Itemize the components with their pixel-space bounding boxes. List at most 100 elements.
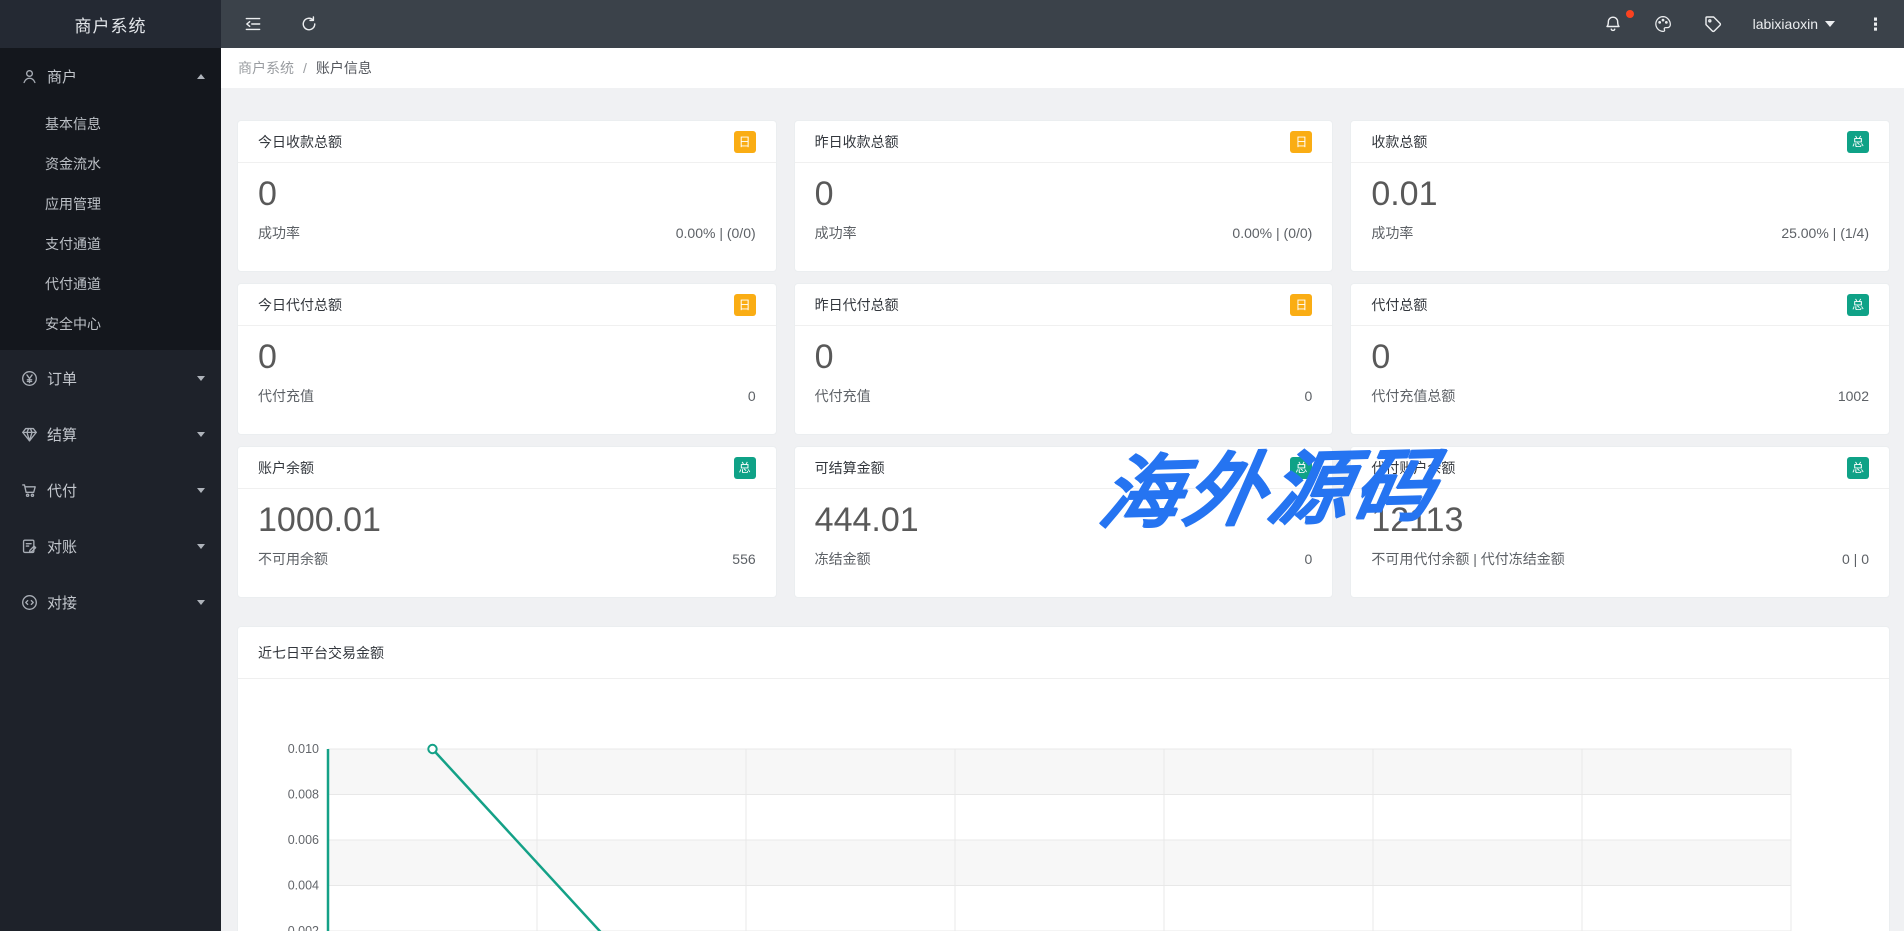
stat-cards-grid: 今日收款总额日0成功率0.00% | (0/0)昨日收款总额日0成功率0.00%… bbox=[237, 120, 1890, 598]
sidebar-item-label: 对接 bbox=[47, 592, 197, 613]
stat-card-收款总额: 收款总额 总 0.01 成功率 25.00% | (1/4) bbox=[1350, 120, 1890, 272]
sidebar-group-代付: 代付 bbox=[0, 462, 221, 518]
svg-text:0.002: 0.002 bbox=[288, 924, 319, 931]
top-navbar: labixiaoxin ⋮ bbox=[221, 0, 1904, 48]
card-header: 代付总额 总 bbox=[1351, 284, 1889, 326]
card-title: 账户余额 bbox=[258, 458, 314, 478]
card-title: 代付总额 bbox=[1371, 295, 1427, 315]
svg-text:0.008: 0.008 bbox=[288, 788, 319, 802]
card-footer-label: 成功率 bbox=[1371, 223, 1413, 243]
chart-title: 近七日平台交易金额 bbox=[238, 627, 1889, 679]
sidebar-item-label: 商户 bbox=[47, 66, 197, 87]
card-value: 444.01 bbox=[795, 489, 1333, 540]
card-footer-label: 成功率 bbox=[815, 223, 857, 243]
card-title: 收款总额 bbox=[1371, 132, 1427, 152]
user-menu[interactable]: labixiaoxin bbox=[1753, 16, 1835, 32]
bell-icon[interactable] bbox=[1603, 14, 1623, 34]
sidebar-item-商户[interactable]: 商户 bbox=[0, 48, 221, 104]
card-value: 0 bbox=[238, 163, 776, 214]
card-footer-label: 代付充值总额 bbox=[1371, 386, 1455, 406]
card-footer: 代付充值0 bbox=[795, 377, 1333, 406]
app-title-text: 商户系统 bbox=[75, 12, 147, 37]
sidebar: 商户系统 商户基本信息资金流水应用管理支付通道代付通道安全中心订单结算代付对账对… bbox=[0, 0, 221, 931]
sidebar-subitem-基本信息[interactable]: 基本信息 bbox=[0, 104, 221, 144]
tag-icon[interactable] bbox=[1703, 14, 1723, 34]
card-value: 0 bbox=[795, 326, 1333, 377]
sidebar-item-订单[interactable]: 订单 bbox=[0, 350, 221, 406]
stat-card-今日代付总额: 今日代付总额日0代付充值0 bbox=[237, 283, 777, 435]
card-title: 今日代付总额 bbox=[258, 295, 342, 315]
card-header: 今日收款总额日 bbox=[238, 121, 776, 163]
card-footer: 成功率 25.00% | (1/4) bbox=[1351, 214, 1889, 243]
card-title: 昨日收款总额 bbox=[815, 132, 899, 152]
palette-icon[interactable] bbox=[1653, 14, 1673, 34]
username: labixiaoxin bbox=[1753, 16, 1818, 32]
sidebar-subitem-安全中心[interactable]: 安全中心 bbox=[0, 304, 221, 344]
card-footer-value: 556 bbox=[732, 551, 755, 567]
card-badge: 总 bbox=[1847, 294, 1869, 316]
chevron-down-icon bbox=[197, 544, 205, 549]
chart-card: 近七日平台交易金额 0.0100.0080.0060.0040.002 bbox=[237, 626, 1890, 931]
sidebar-item-label: 代付 bbox=[47, 480, 197, 501]
sidebar-item-代付[interactable]: 代付 bbox=[0, 462, 221, 518]
breadcrumb-root[interactable]: 商户系统 bbox=[238, 58, 294, 78]
notification-dot bbox=[1626, 10, 1634, 18]
sidebar-toggle-icon[interactable] bbox=[243, 14, 263, 34]
sidebar-group-对接: 对接 bbox=[0, 574, 221, 630]
chevron-up-icon bbox=[197, 74, 205, 79]
breadcrumb: 商户系统 / 账户信息 bbox=[221, 48, 1904, 88]
card-footer-value: 0 bbox=[1305, 551, 1313, 567]
navbar-left bbox=[243, 14, 319, 34]
sidebar-group-对账: 对账 bbox=[0, 518, 221, 574]
sidebar-item-结算[interactable]: 结算 bbox=[0, 406, 221, 462]
stat-card-今日收款总额: 今日收款总额日0成功率0.00% | (0/0) bbox=[237, 120, 777, 272]
gem-icon bbox=[20, 425, 39, 444]
card-footer-value: 0 | 0 bbox=[1842, 551, 1869, 567]
card-footer-value: 1002 bbox=[1838, 388, 1869, 404]
sidebar-subitem-应用管理[interactable]: 应用管理 bbox=[0, 184, 221, 224]
card-value: 12113 bbox=[1351, 489, 1889, 540]
card-footer-value: 0 bbox=[1305, 388, 1313, 404]
card-value: 0 bbox=[1351, 326, 1889, 377]
card-badge: 总 bbox=[1847, 131, 1869, 153]
svg-text:0.010: 0.010 bbox=[288, 742, 319, 756]
card-badge: 日 bbox=[734, 294, 756, 316]
navbar-right: labixiaoxin ⋮ bbox=[1603, 14, 1886, 34]
sidebar-menu: 商户基本信息资金流水应用管理支付通道代付通道安全中心订单结算代付对账对接 bbox=[0, 48, 221, 630]
stat-card-账户余额: 账户余额总1000.01不可用余额556 bbox=[237, 446, 777, 598]
card-header: 代付账户余额总 bbox=[1351, 447, 1889, 489]
stat-card-代付账户余额: 代付账户余额总12113不可用代付余额 | 代付冻结金额0 | 0 bbox=[1350, 446, 1890, 598]
card-footer: 不可用代付余额 | 代付冻结金额0 | 0 bbox=[1351, 540, 1889, 569]
user-icon bbox=[20, 67, 39, 86]
stat-card-可结算金额: 可结算金额 总 444.01 冻结金额 0 bbox=[794, 446, 1334, 598]
sidebar-item-label: 对账 bbox=[47, 536, 197, 557]
sidebar-item-label: 订单 bbox=[47, 368, 197, 389]
card-value: 1000.01 bbox=[238, 489, 776, 540]
card-title: 可结算金额 bbox=[815, 458, 885, 478]
card-footer-label: 冻结金额 bbox=[815, 549, 871, 569]
svg-text:0.006: 0.006 bbox=[288, 833, 319, 847]
card-footer-label: 成功率 bbox=[258, 223, 300, 243]
card-header: 收款总额 总 bbox=[1351, 121, 1889, 163]
sidebar-group-订单: 订单 bbox=[0, 350, 221, 406]
main-content: 今日收款总额日0成功率0.00% | (0/0)昨日收款总额日0成功率0.00%… bbox=[221, 88, 1904, 931]
sidebar-item-对账[interactable]: 对账 bbox=[0, 518, 221, 574]
card-footer-value: 25.00% | (1/4) bbox=[1781, 225, 1869, 241]
memo-icon bbox=[20, 537, 39, 556]
kebab-menu-icon[interactable]: ⋮ bbox=[1865, 16, 1886, 33]
sidebar-subitem-代付通道[interactable]: 代付通道 bbox=[0, 264, 221, 304]
card-footer: 代付充值总额 1002 bbox=[1351, 377, 1889, 406]
card-badge: 总 bbox=[1290, 457, 1312, 479]
sidebar-subitem-支付通道[interactable]: 支付通道 bbox=[0, 224, 221, 264]
code-icon bbox=[20, 593, 39, 612]
card-footer-value: 0 bbox=[748, 388, 756, 404]
yuan-icon bbox=[20, 369, 39, 388]
card-title: 昨日代付总额 bbox=[815, 295, 899, 315]
refresh-icon[interactable] bbox=[299, 14, 319, 34]
sidebar-subitem-资金流水[interactable]: 资金流水 bbox=[0, 144, 221, 184]
chevron-down-icon bbox=[197, 488, 205, 493]
card-value: 0.01 bbox=[1351, 163, 1889, 214]
card-header: 昨日收款总额日 bbox=[795, 121, 1333, 163]
sidebar-item-对接[interactable]: 对接 bbox=[0, 574, 221, 630]
card-header: 今日代付总额 日 bbox=[238, 284, 776, 326]
